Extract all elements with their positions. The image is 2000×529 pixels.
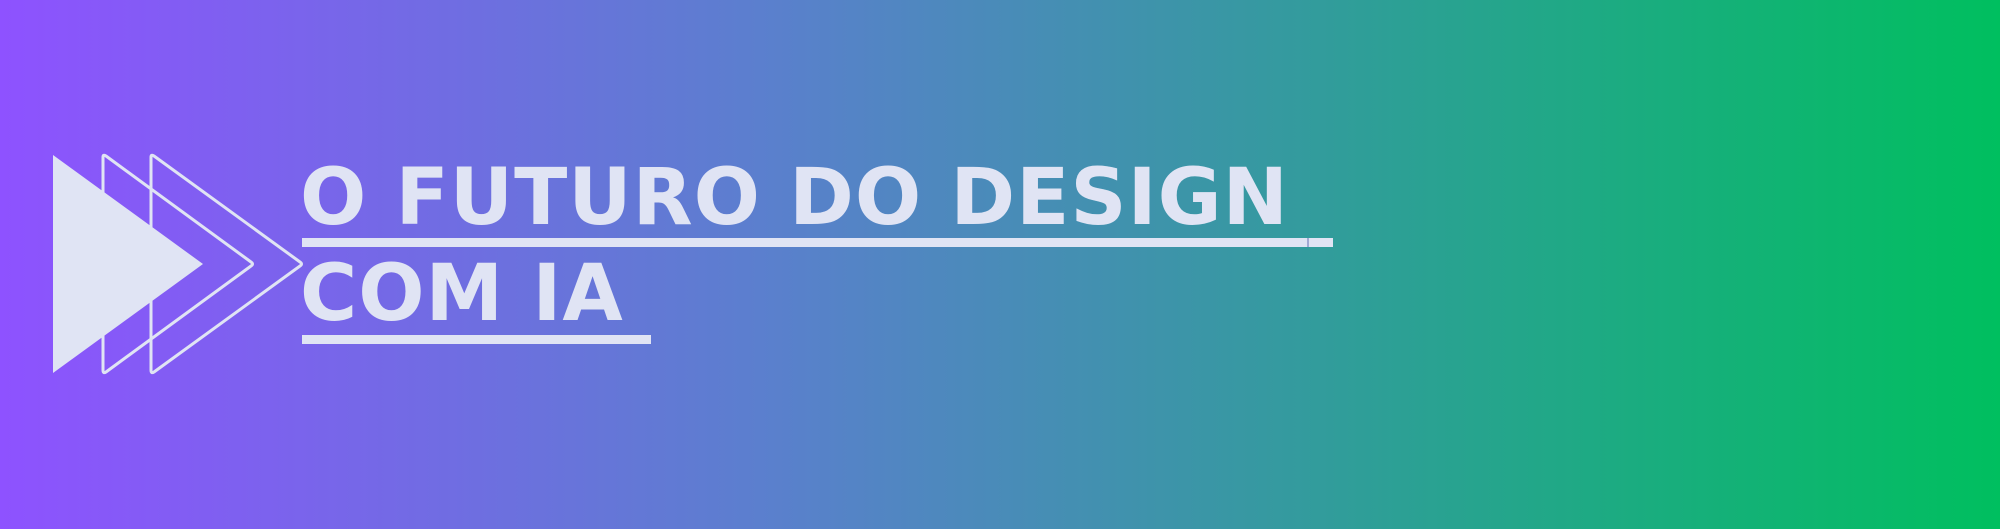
play-triangle-icon bbox=[53, 155, 203, 373]
title-line-2: COM IA bbox=[300, 249, 624, 339]
title-underline-2 bbox=[302, 335, 651, 344]
title-underline-1 bbox=[302, 238, 1307, 247]
banner: O FUTURO DO DESIGN COM IA bbox=[0, 0, 2000, 529]
title-line-1: O FUTURO DO DESIGN bbox=[300, 153, 1289, 243]
underline-tick bbox=[1307, 238, 1333, 247]
play-chevrons-icon bbox=[53, 153, 303, 375]
